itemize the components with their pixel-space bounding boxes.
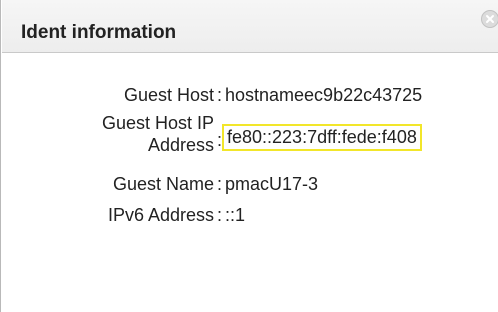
guest-host-colon: : bbox=[217, 85, 223, 105]
panel-header: Ident information bbox=[2, 0, 498, 53]
guest-host-value: hostnameec9b22c43725 bbox=[225, 85, 423, 105]
ipv6-address-colon: : bbox=[217, 205, 223, 225]
guest-name-label: Guest Name bbox=[112, 174, 214, 194]
guest-host-label: Guest Host bbox=[123, 85, 214, 105]
close-button[interactable] bbox=[481, 10, 498, 28]
guest-name-value: pmacU17-3 bbox=[225, 174, 319, 194]
close-icon bbox=[486, 15, 494, 23]
ident-information-panel: Ident information Guest Host : hostnamee… bbox=[0, 0, 498, 312]
ipv6-address-label: IPv6 Address bbox=[107, 205, 214, 225]
guest-host-ip-value: fe80::223:7dff:fede:f408 bbox=[222, 124, 422, 151]
panel-title: Ident information bbox=[21, 22, 177, 43]
guest-name-colon: : bbox=[217, 174, 223, 194]
guest-host-ip-label: Guest Host IP Address bbox=[101, 113, 214, 155]
ipv6-address-value: ::1 bbox=[225, 205, 246, 225]
